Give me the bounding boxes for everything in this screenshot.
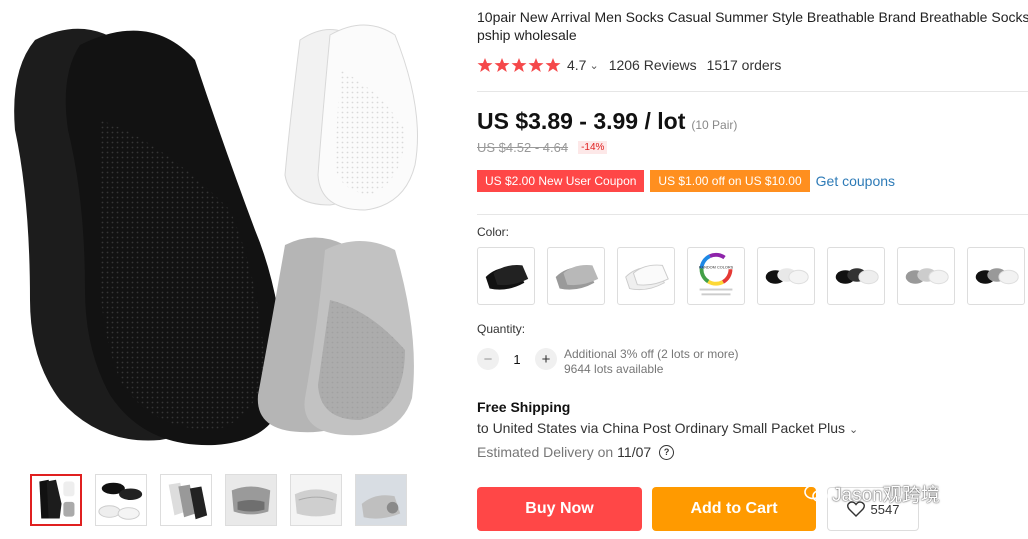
price-row: US $3.89 - 3.99 / lot (10 Pair)	[477, 108, 737, 135]
original-price: US $4.52 - 4.64	[477, 140, 569, 155]
bulk-discount-note: Additional 3% off (2 lots or more)	[564, 347, 739, 361]
thumbnail-5[interactable]	[290, 474, 342, 526]
original-price-row: US $4.52 - 4.64 -14%	[477, 140, 608, 155]
swatch-gray-white[interactable]	[897, 247, 955, 305]
chat-bubble-icon	[804, 484, 828, 502]
watermark: Jason观跨境	[804, 480, 940, 507]
swatch-gray[interactable]	[547, 247, 605, 305]
swatch-white[interactable]	[617, 247, 675, 305]
swatch-black-mix[interactable]	[827, 247, 885, 305]
thumbnail-3[interactable]	[160, 474, 212, 526]
quantity-input[interactable]: 1	[499, 352, 535, 367]
buy-now-button[interactable]: Buy Now	[477, 487, 642, 531]
divider	[477, 214, 1028, 215]
swatch-random-color[interactable]: RANDOM COLORS	[687, 247, 745, 305]
coupons-row: US $2.00 New User Coupon US $1.00 off on…	[477, 170, 895, 192]
star-icon	[545, 58, 561, 72]
star-icon	[477, 58, 493, 72]
increase-button[interactable]: +	[535, 348, 557, 370]
add-to-cart-button[interactable]: Add to Cart	[652, 487, 816, 531]
product-title-continued: pship wholesale	[477, 27, 577, 43]
get-coupons-link[interactable]: Get coupons	[816, 173, 895, 189]
star-icon	[528, 58, 544, 72]
orders-count: 1517 orders	[706, 57, 782, 73]
store-coupon[interactable]: US $1.00 off on US $10.00	[650, 170, 810, 192]
lot-size: (10 Pair)	[691, 118, 738, 132]
delivery-label: Estimated Delivery on	[477, 444, 614, 460]
rating-value[interactable]: 4.7	[567, 57, 586, 73]
help-icon[interactable]: ?	[659, 444, 675, 460]
main-product-image[interactable]	[0, 0, 450, 455]
quantity-notes: Additional 3% off (2 lots or more) 9644 …	[564, 347, 739, 377]
swatch-black-white[interactable]	[757, 247, 815, 305]
thumbnail-2[interactable]	[95, 474, 147, 526]
chevron-down-icon[interactable]: ⌄	[849, 424, 858, 436]
new-user-coupon[interactable]: US $2.00 New User Coupon	[477, 170, 645, 192]
thumbnail-6[interactable]	[355, 474, 407, 526]
estimated-delivery: Estimated Delivery on 11/07 ?	[477, 444, 675, 460]
reviews-link[interactable]: 1206 Reviews	[609, 57, 697, 73]
product-gallery	[0, 0, 450, 539]
swatch-black-gray-white[interactable]	[967, 247, 1025, 305]
divider	[477, 91, 1028, 92]
discount-badge: -14%	[578, 141, 608, 154]
rating-row: 4.7 ⌄ 1206 Reviews 1517 orders	[477, 55, 781, 75]
star-rating	[477, 57, 561, 73]
random-colors-text: RANDOM COLORS	[699, 265, 734, 269]
swatch-black[interactable]	[477, 247, 535, 305]
color-label: Color:	[477, 225, 510, 239]
product-title: 10pair New Arrival Men Socks Casual Summ…	[477, 9, 1028, 25]
current-price: US $3.89 - 3.99 / lot	[477, 108, 686, 134]
shipping-method-text[interactable]: to United States via China Post Ordinary…	[477, 420, 845, 436]
watermark-text: Jason观跨境	[832, 485, 940, 506]
star-icon	[511, 58, 527, 72]
quantity-stepper: − 1 +	[477, 348, 557, 370]
star-icon	[494, 58, 510, 72]
chevron-down-icon[interactable]: ⌄	[589, 59, 598, 72]
stock-available: 9644 lots available	[564, 362, 664, 376]
shipping-method[interactable]: to United States via China Post Ordinary…	[477, 420, 858, 436]
thumbnail-4[interactable]	[225, 474, 277, 526]
quantity-label: Quantity:	[477, 322, 526, 336]
decrease-button[interactable]: −	[477, 348, 499, 370]
shipping-title: Free Shipping	[477, 399, 571, 415]
delivery-date: 11/07	[617, 444, 652, 460]
thumbnail-1[interactable]	[30, 474, 82, 526]
